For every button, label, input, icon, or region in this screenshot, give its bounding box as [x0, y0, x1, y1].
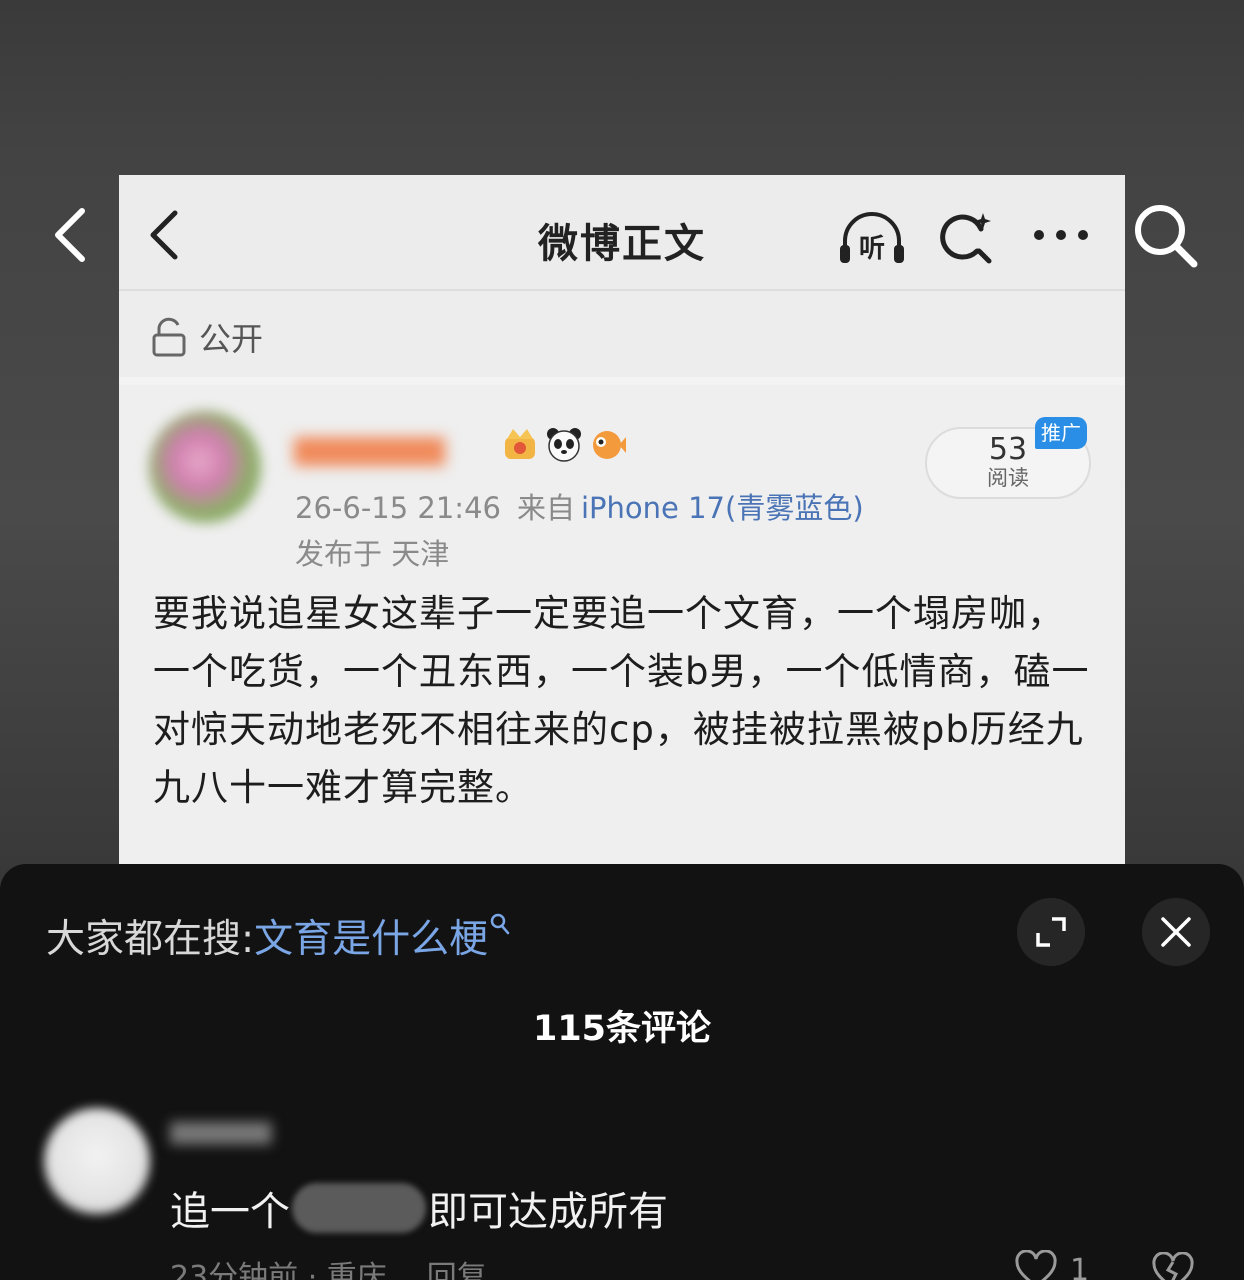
- nav-divider: [119, 289, 1125, 291]
- section-divider: [119, 377, 1125, 385]
- avatar[interactable]: [149, 411, 261, 523]
- heart-icon: [1015, 1250, 1057, 1280]
- comment-sheet: 大家都在搜:文育是什么梗 115条评论 ▇▇▇▇▇▇ 追一个 即可达成所有 23分…: [0, 864, 1244, 1280]
- post-timestamp: 26-6-15 21:46: [295, 491, 501, 525]
- lock-open-icon: [152, 317, 186, 357]
- fish-badge-icon[interactable]: [589, 425, 627, 463]
- panda-badge-icon[interactable]: [545, 425, 583, 463]
- broken-heart-icon[interactable]: [1150, 1252, 1196, 1280]
- comment-meta: 23分钟前 · 重庆 回复: [170, 1252, 487, 1280]
- outer-back-button[interactable]: [44, 205, 104, 265]
- listen-label: 听: [859, 234, 885, 264]
- like-count: 1: [1070, 1252, 1090, 1280]
- trending-search: 大家都在搜:文育是什么梗: [46, 908, 512, 964]
- listen-icon: 听: [840, 212, 904, 264]
- close-icon: [1161, 917, 1191, 947]
- post: ▇▇▇▇▇▇▇ 26-6-15 21:46 来自 iPhone 17(青雾蓝色)…: [119, 385, 1125, 865]
- ai-search-icon: [940, 213, 992, 264]
- more-button[interactable]: [1031, 215, 1091, 255]
- device-link[interactable]: iPhone 17(青雾蓝色): [581, 491, 864, 525]
- reply-button[interactable]: 回复: [427, 1260, 487, 1280]
- read-label: 阅读: [987, 466, 1029, 490]
- privacy-label: 公开: [199, 320, 264, 358]
- user-badges: [501, 425, 627, 463]
- comment-text: 追一个 即可达成所有: [170, 1179, 668, 1237]
- post-nav-bar: 微博正文 听: [119, 175, 1125, 291]
- close-button[interactable]: [1142, 898, 1210, 966]
- chevron-left-icon: [55, 208, 85, 262]
- crown-badge-icon[interactable]: [501, 425, 539, 463]
- username-blurred[interactable]: ▇▇▇▇▇▇▇: [294, 427, 494, 471]
- more-icon: [1034, 230, 1088, 240]
- source-prefix: 来自: [516, 491, 575, 525]
- like-button[interactable]: 1: [1014, 1250, 1089, 1280]
- post-location: 发布于 天津: [295, 537, 450, 571]
- comment-count: 115条评论: [532, 1009, 712, 1049]
- expand-button[interactable]: [1017, 898, 1085, 966]
- listen-button[interactable]: 听: [837, 211, 907, 267]
- search-icon: [490, 913, 510, 935]
- promote-tag[interactable]: 推广: [1035, 417, 1087, 449]
- trend-link[interactable]: 文育是什么梗: [254, 917, 488, 962]
- comment-time-location: 23分钟前 · 重庆: [170, 1260, 387, 1280]
- privacy-indicator: 公开: [151, 313, 263, 361]
- comment-text-after: 即可达成所有: [428, 1189, 668, 1235]
- ai-search-button[interactable]: [937, 207, 997, 267]
- post-meta: 26-6-15 21:46 来自 iPhone 17(青雾蓝色): [295, 485, 864, 527]
- trend-prefix: 大家都在搜:: [46, 917, 255, 962]
- search-icon: [1135, 205, 1198, 268]
- outer-search-button[interactable]: [1130, 200, 1202, 272]
- redacted-block: [292, 1183, 426, 1233]
- comment-text-before: 追一个: [170, 1189, 290, 1235]
- comment-username-blurred[interactable]: ▇▇▇▇▇▇: [170, 1120, 300, 1150]
- expand-icon: [1036, 917, 1066, 947]
- post-body: 要我说追星女这辈子一定要追一个文育，一个塌房咖，一个吃货，一个丑东西，一个装b男…: [153, 592, 1090, 809]
- weibo-post-card: 微博正文 听 公开 ▇▇▇▇▇▇▇ 26-6-15 21:46 来自 iPhon…: [119, 175, 1125, 865]
- comment-avatar[interactable]: [44, 1108, 150, 1214]
